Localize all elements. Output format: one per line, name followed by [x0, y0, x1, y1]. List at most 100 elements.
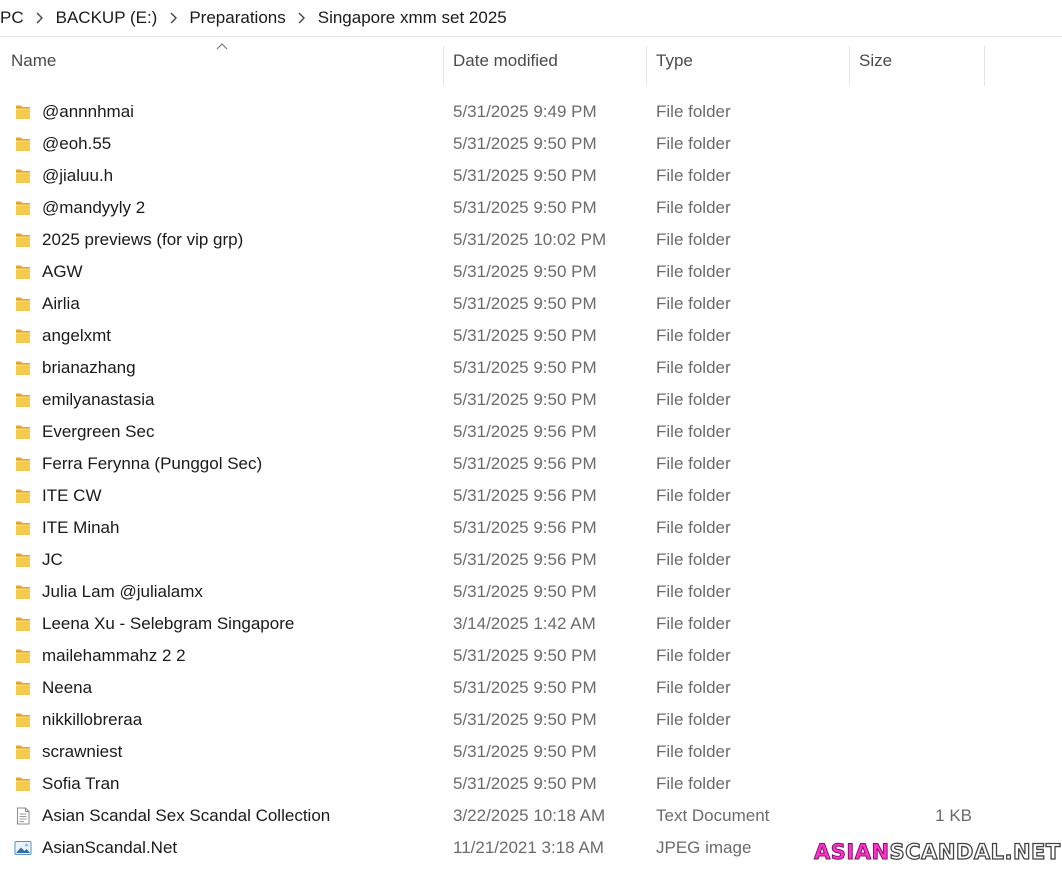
- file-type: File folder: [656, 262, 731, 281]
- file-name: angelxmt: [42, 326, 111, 345]
- text-file-icon: [14, 807, 32, 825]
- file-row[interactable]: Neena 5/31/2025 9:50 PM File folder: [0, 672, 1000, 704]
- folder-icon: [14, 679, 32, 697]
- folder-icon: [14, 327, 32, 345]
- file-row[interactable]: Airlia 5/31/2025 9:50 PM File folder: [0, 288, 1000, 320]
- breadcrumb-item-preparations[interactable]: Preparations: [183, 8, 291, 28]
- file-row[interactable]: ITE CW 5/31/2025 9:56 PM File folder: [0, 480, 1000, 512]
- file-name: Sofia Tran: [42, 774, 120, 793]
- watermark-part1: ASIAN: [814, 840, 890, 865]
- file-date-modified: 11/21/2021 3:18 AM: [453, 838, 604, 857]
- file-name: Julia Lam @julialamx: [42, 582, 203, 601]
- chevron-right-icon[interactable]: [163, 12, 183, 24]
- column-divider[interactable]: [646, 46, 647, 86]
- file-type: File folder: [656, 422, 731, 441]
- file-type: File folder: [656, 326, 731, 345]
- chevron-right-icon[interactable]: [292, 12, 312, 24]
- file-date-modified: 5/31/2025 9:56 PM: [453, 518, 597, 537]
- file-date-modified: 5/31/2025 9:50 PM: [453, 326, 597, 345]
- file-row[interactable]: @eoh.55 5/31/2025 9:50 PM File folder: [0, 128, 1000, 160]
- folder-icon: [14, 423, 32, 441]
- file-type: File folder: [656, 550, 731, 569]
- folder-icon: [14, 103, 32, 121]
- file-name: ITE CW: [42, 486, 102, 505]
- file-type: File folder: [656, 710, 731, 729]
- file-name: mailehammahz 2 2: [42, 646, 186, 665]
- file-row[interactable]: mailehammahz 2 2 5/31/2025 9:50 PM File fo…: [0, 640, 1000, 672]
- file-type: File folder: [656, 134, 731, 153]
- folder-icon: [14, 743, 32, 761]
- column-header-type[interactable]: Type: [656, 36, 846, 86]
- file-date-modified: 3/14/2025 1:42 AM: [453, 614, 596, 633]
- file-type: File folder: [656, 774, 731, 793]
- file-name: AsianScandal.Net: [42, 838, 178, 857]
- column-header-name[interactable]: Name: [11, 36, 441, 86]
- file-row[interactable]: brianazhang 5/31/2025 9:50 PM File folder: [0, 352, 1000, 384]
- file-row[interactable]: Ferra Ferynna (Punggol Sec) 5/31/2025 9:5…: [0, 448, 1000, 480]
- breadcrumb-item-drive[interactable]: BACKUP (E:): [50, 8, 164, 28]
- folder-icon: [14, 167, 32, 185]
- folder-icon: [14, 135, 32, 153]
- file-date-modified: 5/31/2025 9:50 PM: [453, 198, 597, 217]
- folder-icon: [14, 359, 32, 377]
- column-divider[interactable]: [443, 46, 444, 86]
- file-name: brianazhang: [42, 358, 136, 377]
- folder-icon: [14, 487, 32, 505]
- file-name: scrawniest: [42, 742, 123, 761]
- file-row[interactable]: JC 5/31/2025 9:56 PM File folder: [0, 544, 1000, 576]
- file-name: nikkillobreraa: [42, 710, 143, 729]
- folder-icon: [14, 295, 32, 313]
- file-name: ITE Minah: [42, 518, 120, 537]
- file-date-modified: 5/31/2025 9:50 PM: [453, 390, 597, 409]
- file-name: emilyanastasia: [42, 390, 155, 409]
- chevron-right-icon[interactable]: [30, 12, 50, 24]
- file-date-modified: 5/31/2025 9:50 PM: [453, 646, 597, 665]
- column-header-size[interactable]: Size: [859, 36, 979, 86]
- file-type: File folder: [656, 486, 731, 505]
- file-row[interactable]: emilyanastasia 5/31/2025 9:50 PM File fold…: [0, 384, 1000, 416]
- file-row[interactable]: Julia Lam @julialamx 5/31/2025 9:50 PM Fil…: [0, 576, 1000, 608]
- folder-icon: [14, 199, 32, 217]
- file-name: @mandyyly 2: [42, 198, 146, 217]
- file-name: @eoh.55: [42, 134, 112, 153]
- file-name: Ferra Ferynna (Punggol Sec): [42, 454, 263, 473]
- image-file-icon: [14, 839, 32, 857]
- file-date-modified: 5/31/2025 9:50 PM: [453, 166, 597, 185]
- column-divider[interactable]: [849, 46, 850, 86]
- file-row[interactable]: Asian Scandal Sex Scandal Collection 3/22…: [0, 800, 1000, 832]
- file-row[interactable]: 2025 previews (for vip grp) 5/31/2025 10:…: [0, 224, 1000, 256]
- column-divider[interactable]: [984, 46, 985, 86]
- file-name: @annnhmai: [42, 102, 134, 121]
- column-header-date[interactable]: Date modified: [453, 36, 643, 86]
- file-row[interactable]: Sofia Tran 5/31/2025 9:50 PM File folder: [0, 768, 1000, 800]
- file-name: Airlia: [42, 294, 80, 313]
- file-row[interactable]: angelxmt 5/31/2025 9:50 PM File folder: [0, 320, 1000, 352]
- file-row[interactable]: @mandyyly 2 5/31/2025 9:50 PM File folder: [0, 192, 1000, 224]
- file-row[interactable]: Leena Xu - Selebgram Singapore 3/14/2025 …: [0, 608, 1000, 640]
- file-type: File folder: [656, 230, 731, 249]
- file-row[interactable]: @jialuu.h 5/31/2025 9:50 PM File folder: [0, 160, 1000, 192]
- file-date-modified: 5/31/2025 9:56 PM: [453, 486, 597, 505]
- folder-icon: [14, 583, 32, 601]
- file-type: File folder: [656, 390, 731, 409]
- file-row[interactable]: scrawniest 5/31/2025 9:50 PM File folder: [0, 736, 1000, 768]
- folder-icon: [14, 551, 32, 569]
- file-row[interactable]: @annnhmai 5/31/2025 9:49 PM File folder: [0, 96, 1000, 128]
- file-date-modified: 5/31/2025 9:50 PM: [453, 678, 597, 697]
- file-row[interactable]: AGW 5/31/2025 9:50 PM File folder: [0, 256, 1000, 288]
- file-row[interactable]: nikkillobreraa 5/31/2025 9:50 PM File fold…: [0, 704, 1000, 736]
- folder-icon: [14, 647, 32, 665]
- file-size: 1 KB: [935, 806, 972, 825]
- file-date-modified: 5/31/2025 9:49 PM: [453, 102, 597, 121]
- breadcrumb-item-current-folder[interactable]: Singapore xmm set 2025: [312, 8, 513, 28]
- file-date-modified: 5/31/2025 9:50 PM: [453, 358, 597, 377]
- breadcrumb-item-pc[interactable]: PC: [0, 8, 30, 28]
- folder-icon: [14, 391, 32, 409]
- column-header-row: Name Date modified Type Size: [0, 36, 1062, 94]
- file-row[interactable]: ITE Minah 5/31/2025 9:56 PM File folder: [0, 512, 1000, 544]
- file-type: File folder: [656, 678, 731, 697]
- file-date-modified: 3/22/2025 10:18 AM: [453, 806, 606, 825]
- file-name: 2025 previews (for vip grp): [42, 230, 244, 249]
- file-type: File folder: [656, 358, 731, 377]
- file-row[interactable]: Evergreen Sec 5/31/2025 9:56 PM File folde…: [0, 416, 1000, 448]
